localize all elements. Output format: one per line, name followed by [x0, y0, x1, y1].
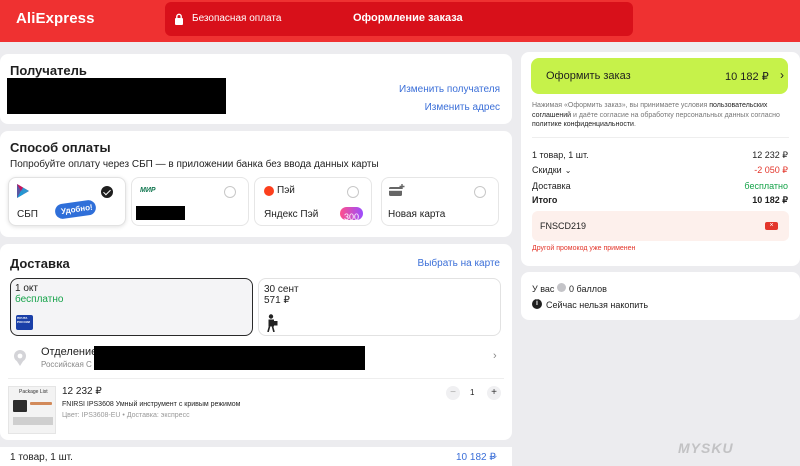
payment-option-mir[interactable]: МИР — [131, 177, 249, 226]
product-thumbnail[interactable]: Package List — [8, 386, 56, 434]
points-coin-icon — [557, 283, 566, 292]
chevron-right-icon: › — [493, 350, 497, 362]
points-have-prefix: У вас — [532, 284, 555, 294]
mir-radio[interactable] — [224, 186, 236, 198]
quantity-decrease-button[interactable]: − — [446, 386, 460, 400]
payment-option-new-card[interactable]: Новая карта — [381, 177, 499, 226]
product-price: 12 232 ₽ — [62, 386, 102, 397]
watermark: MYSKU — [678, 440, 734, 456]
summary-delivery-value: бесплатно — [744, 181, 788, 191]
new-card-radio[interactable] — [474, 186, 486, 198]
delivery-title: Доставка — [10, 256, 70, 271]
divider — [532, 137, 789, 138]
payment-title: Способ оплаты — [10, 140, 111, 155]
summary-discounts-toggle[interactable]: Скидки ⌄ — [532, 165, 571, 175]
sbp-badge: Удобно! — [54, 199, 97, 220]
summary-delivery-label: Доставка — [532, 181, 571, 191]
pickup-office-title: Отделение — [41, 346, 98, 358]
bottom-summary-count: 1 товар, 1 шт. — [10, 452, 73, 463]
card-plus-icon — [389, 184, 405, 196]
product-thumb-cable — [30, 402, 52, 405]
info-icon[interactable]: i — [532, 299, 542, 309]
yandex-pay-label: Яндекс Пэй — [264, 209, 319, 220]
page-title: Оформление заказа — [353, 12, 463, 24]
new-card-label: Новая карта — [388, 209, 446, 220]
promo-clear-icon[interactable]: × — [765, 222, 778, 230]
privacy-policy-link[interactable]: политике конфиденциальности — [532, 121, 634, 128]
yandex-bonus-badge: 300 — [340, 207, 364, 222]
checkout-button[interactable]: Оформить заказ 10 182 ₽ › — [531, 58, 788, 94]
delivery-option-2[interactable]: 30 сент 571 ₽ — [258, 278, 501, 336]
delivery-option-1[interactable]: 1 окт бесплатно ПОЧТА РОССИИ — [10, 278, 253, 336]
sbp-radio[interactable] — [101, 186, 113, 198]
checkout-button-total: 10 182 ₽ — [725, 71, 769, 83]
chevron-right-icon: › — [780, 68, 784, 82]
quantity-value[interactable]: 1 — [470, 388, 474, 397]
summary-total-label: Итого — [532, 195, 558, 205]
checkout-button-label: Оформить заказ — [546, 70, 631, 82]
chevron-down-icon[interactable]: ⌄ — [491, 450, 499, 461]
product-thumb-label: Package List — [19, 389, 48, 395]
product-name[interactable]: FNIRSI IPS3608 Умный инструмент с кривым… — [62, 401, 240, 408]
delivery-option-2-date: 30 сент — [264, 284, 299, 295]
summary-discounts-value: -2 050 ₽ — [754, 165, 788, 175]
yandex-logo-icon — [264, 186, 274, 196]
divider — [8, 378, 504, 379]
pickup-office-redacted — [94, 346, 365, 370]
delivery-option-1-price: бесплатно — [15, 294, 64, 305]
payment-option-yandex-pay[interactable]: Пэй Яндекс Пэй 300 — [254, 177, 372, 226]
pickup-office-row[interactable]: Отделение Российская С › — [0, 343, 512, 373]
recipient-redacted — [7, 78, 226, 114]
payment-option-sbp[interactable]: Удобно! СБП — [8, 177, 126, 226]
sbp-label: СБП — [17, 209, 38, 220]
change-address-link[interactable]: Изменить адрес — [425, 102, 500, 113]
russian-post-logo: ПОЧТА РОССИИ — [16, 315, 33, 330]
lock-icon — [175, 13, 183, 25]
choose-on-map-link[interactable]: Выбрать на карте — [418, 258, 500, 269]
sbp-icon — [17, 184, 29, 198]
recipient-title: Получатель — [10, 63, 87, 78]
promo-error-text: Другой промокод уже применен — [532, 245, 636, 252]
quantity-increase-button[interactable]: + — [487, 386, 501, 400]
mir-card-redacted — [136, 206, 185, 220]
top-bar: AliExpress Безопасная оплата Оформление … — [0, 0, 800, 42]
summary-total-value: 10 182 ₽ — [752, 195, 788, 205]
yandex-pay-brand: Пэй — [277, 185, 295, 196]
summary-items-label: 1 товар, 1 шт. — [532, 150, 589, 160]
delivery-option-1-date: 1 окт — [15, 283, 38, 294]
courier-icon — [267, 314, 278, 332]
secure-payment-label: Безопасная оплата — [192, 13, 282, 24]
product-thumb-parts — [13, 417, 53, 425]
bottom-summary-total[interactable]: 10 182 ₽ — [456, 452, 496, 463]
points-value: 0 баллов — [569, 284, 607, 294]
aliexpress-logo[interactable]: AliExpress — [16, 10, 95, 27]
checkout-card: Оформить заказ 10 182 ₽ › Нажимая «Оформ… — [521, 52, 800, 266]
mir-logo: МИР — [140, 187, 156, 194]
pickup-office-subtitle: Российская С — [41, 360, 92, 369]
points-card: У вас 0 баллов i Сейчас нельзя накопить — [521, 272, 800, 320]
yandex-radio[interactable] — [347, 186, 359, 198]
legal-text: Нажимая «Оформить заказ», вы принимаете … — [532, 102, 780, 128]
promo-code-value: FNSCD219 — [540, 221, 587, 231]
product-meta: Цвет: IPS3608-EU • Доставка: экспресс — [62, 412, 190, 419]
product-thumb-device — [13, 400, 27, 412]
delivery-card: Доставка Выбрать на карте — [0, 244, 512, 440]
recipient-card: Получатель Изменить получателя Изменить … — [0, 54, 512, 124]
header-box: Безопасная оплата Оформление заказа — [165, 2, 633, 36]
payment-hint: Попробуйте оплату через СБП — в приложен… — [10, 159, 379, 170]
chevron-down-icon: ⌄ — [564, 166, 572, 175]
points-cannot-accumulate: Сейчас нельзя накопить — [546, 300, 649, 310]
summary-items-value: 12 232 ₽ — [752, 150, 788, 160]
promo-code-field[interactable]: FNSCD219 × — [532, 211, 789, 241]
bottom-summary-bar: 1 товар, 1 шт. 10 182 ₽ ⌄ — [0, 447, 512, 466]
delivery-option-2-price: 571 ₽ — [264, 295, 290, 306]
change-recipient-link[interactable]: Изменить получателя — [399, 84, 500, 95]
